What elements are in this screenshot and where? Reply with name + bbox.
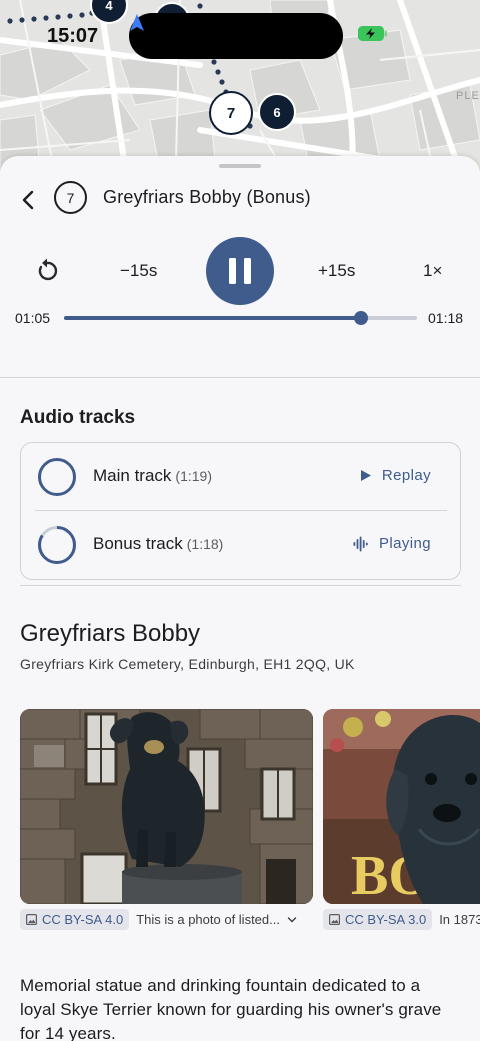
playing-label: Playing <box>379 535 431 552</box>
track-progress-ring-icon <box>38 526 76 564</box>
restart-icon <box>38 258 58 281</box>
track-duration: (1:18) <box>186 536 224 552</box>
progress-fill <box>64 316 361 320</box>
photo-statue[interactable] <box>20 709 313 904</box>
dynamic-island <box>129 13 343 59</box>
place-address: Greyfriars Kirk Cemetery, Edinburgh, EH1… <box>20 656 355 672</box>
photo-caption: CC BY-SA 4.0 This is a photo of listed..… <box>20 909 298 930</box>
license-badge[interactable]: CC BY-SA 3.0 <box>323 909 433 930</box>
place-description: Memorial statue and drinking fountain de… <box>20 976 442 1041</box>
restart-button[interactable] <box>34 258 60 284</box>
photo-caption: CC BY-SA 3.0 In 1873 <box>323 909 480 930</box>
map-street-label: PLEA <box>456 90 480 102</box>
pause-icon <box>229 258 236 284</box>
playback-progress: 01:05 01:18 <box>0 306 480 330</box>
skip-forward-15-button[interactable]: +15s <box>318 261 355 281</box>
total-time: 01:18 <box>428 310 464 326</box>
playback-speed-button[interactable]: 1× <box>423 261 442 281</box>
photo-caption-text: This is a photo of listed... <box>136 912 280 927</box>
divider <box>0 377 480 378</box>
status-bar-time: 15:07 <box>47 25 99 47</box>
stop-number-badge: 7 <box>54 181 87 214</box>
license-badge[interactable]: CC BY-SA 4.0 <box>20 909 130 930</box>
sheet-grabber[interactable] <box>219 164 261 168</box>
replay-button[interactable]: Replay <box>360 467 431 484</box>
playing-indicator[interactable]: Playing <box>353 535 431 552</box>
waveform-icon <box>353 536 368 551</box>
track-progress-ring-icon <box>38 458 76 496</box>
track-name: Main track (1:19) <box>93 466 212 485</box>
divider <box>20 585 461 586</box>
map-stop-marker[interactable]: 6 <box>258 93 296 131</box>
page-title: Greyfriars Bobby (Bonus) <box>103 187 311 207</box>
back-button[interactable] <box>14 186 42 214</box>
track-duration: (1:19) <box>175 468 212 484</box>
place-title: Greyfriars Bobby <box>20 620 201 647</box>
audio-tracks-heading: Audio tracks <box>20 407 136 428</box>
stop-detail-sheet: 7 Greyfriars Bobby (Bonus) −15s +15s 1× … <box>0 156 480 1041</box>
image-icon <box>329 914 340 925</box>
elapsed-time: 01:05 <box>15 310 51 326</box>
audio-player-controls: −15s +15s 1× <box>0 236 480 306</box>
chevron-down-icon[interactable] <box>286 914 298 926</box>
sheet-header: 7 Greyfriars Bobby (Bonus) <box>0 178 480 218</box>
audio-tracks-list: Main track (1:19) Replay Bonus track (1:18… <box>20 442 461 580</box>
track-name: Bonus track (1:18) <box>93 534 224 553</box>
progress-scrubber[interactable] <box>354 311 368 325</box>
track-item-bonus[interactable]: Bonus track (1:18) Playing <box>21 511 459 579</box>
photo-caption-text: In 1873 <box>439 912 480 927</box>
skip-back-15-button[interactable]: −15s <box>120 261 157 281</box>
chevron-left-icon <box>22 190 34 210</box>
statue-photo-image <box>20 709 313 904</box>
play-icon <box>360 470 371 481</box>
location-arrow-icon <box>130 14 144 31</box>
statue-closeup-image: BO <box>323 709 480 904</box>
map-stop-marker-current[interactable]: 7 <box>209 91 253 135</box>
replay-label: Replay <box>381 467 431 484</box>
pause-button[interactable] <box>206 237 274 305</box>
image-icon <box>26 914 37 925</box>
battery-charging-icon <box>358 26 387 41</box>
photo-statue-closeup[interactable]: BO <box>323 709 480 904</box>
track-item-main[interactable]: Main track (1:19) Replay <box>21 443 459 511</box>
